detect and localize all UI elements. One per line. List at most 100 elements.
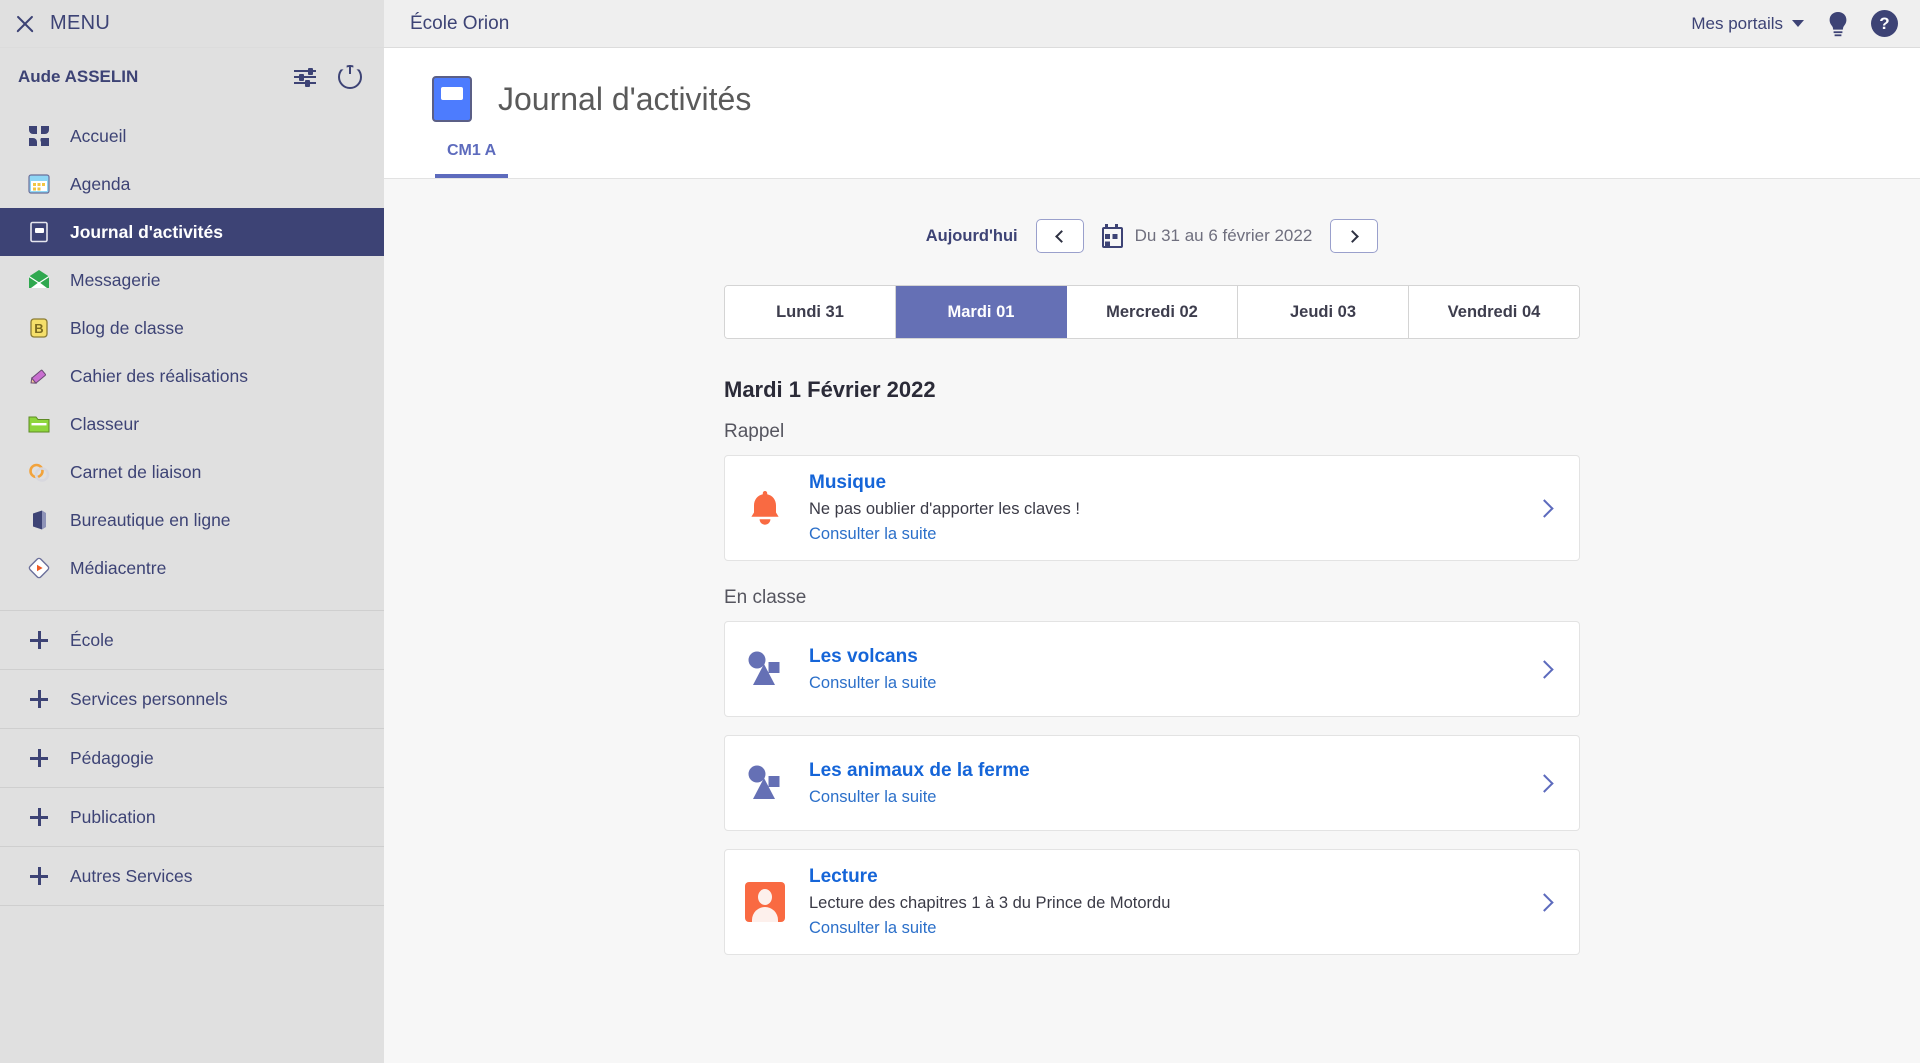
activity-card-musique[interactable]: Musique Ne pas oublier d'apporter les cl… bbox=[724, 455, 1580, 561]
page-header: Journal d'activités CM1 A bbox=[384, 48, 1920, 178]
sidebar-user-row: Aude ASSELIN bbox=[0, 48, 384, 106]
sidebar-item-label: Médiacentre bbox=[70, 558, 166, 579]
sidebar-group-list: École Services personnels Pédagogie Publ… bbox=[0, 610, 384, 906]
close-x-icon[interactable] bbox=[14, 13, 36, 35]
sidebar-item-label: Journal d'activités bbox=[70, 222, 223, 243]
chevron-right-icon[interactable] bbox=[1535, 893, 1553, 911]
sidebar-item-label: Messagerie bbox=[70, 270, 160, 291]
sidebar-item-journal-activites[interactable]: Journal d'activités bbox=[0, 208, 384, 256]
plus-icon bbox=[30, 690, 48, 708]
chevron-right-icon[interactable] bbox=[1535, 499, 1553, 517]
sidebar-item-label: Agenda bbox=[70, 174, 130, 195]
activity-card-description: Ne pas oublier d'apporter les claves ! bbox=[809, 500, 1520, 519]
day-tab-vendredi-04[interactable]: Vendredi 04 bbox=[1409, 286, 1579, 338]
sidebar-nav-list: Accueil Agenda bbox=[0, 106, 384, 592]
activity-card-body: Lecture Lecture des chapitres 1 à 3 du P… bbox=[809, 866, 1520, 938]
sidebar-divider-spacer bbox=[0, 592, 384, 610]
today-button[interactable]: Aujourd'hui bbox=[926, 227, 1018, 246]
app-shell: Aude ASSELIN Accueil bbox=[0, 48, 1920, 1063]
activity-card-title: Les volcans bbox=[809, 646, 1520, 668]
activity-card-les-animaux-de-la-ferme[interactable]: Les animaux de la ferme Consulter la sui… bbox=[724, 735, 1580, 831]
envelope-icon bbox=[26, 267, 52, 293]
consulter-la-suite-link[interactable]: Consulter la suite bbox=[809, 788, 1520, 807]
user-name: Aude ASSELIN bbox=[18, 67, 138, 87]
day-tab-lundi-31[interactable]: Lundi 31 bbox=[725, 286, 896, 338]
sidebar-item-mediacentre[interactable]: Médiacentre bbox=[0, 544, 384, 592]
sidebar-group-pedagogie[interactable]: Pédagogie bbox=[0, 729, 384, 788]
day-tab-mercredi-02[interactable]: Mercredi 02 bbox=[1067, 286, 1238, 338]
pencil-icon bbox=[26, 363, 52, 389]
day-tab-bar: Lundi 31 Mardi 01 Mercredi 02 Jeudi 03 V… bbox=[724, 285, 1580, 339]
svg-text:B: B bbox=[34, 321, 43, 336]
sidebar-group-autres-services[interactable]: Autres Services bbox=[0, 847, 384, 906]
my-portals-dropdown[interactable]: Mes portails bbox=[1691, 14, 1804, 34]
office-icon bbox=[26, 507, 52, 533]
activity-card-title: Lecture bbox=[809, 866, 1520, 888]
day-tab-jeudi-03[interactable]: Jeudi 03 bbox=[1238, 286, 1409, 338]
date-range-display[interactable]: Du 31 au 6 février 2022 bbox=[1102, 225, 1313, 248]
sidebar-item-classeur[interactable]: Classeur bbox=[0, 400, 384, 448]
activity-journal-content: Aujourd'hui Du 31 au 6 février 2022 Lund… bbox=[384, 179, 1920, 1063]
day-tab-mardi-01[interactable]: Mardi 01 bbox=[896, 286, 1067, 338]
sidebar-group-publication[interactable]: Publication bbox=[0, 788, 384, 847]
top-bar-right: École Orion Mes portails ? bbox=[384, 0, 1920, 47]
selected-day-title: Mardi 1 Février 2022 bbox=[724, 377, 1580, 403]
sidebar-item-accueil[interactable]: Accueil bbox=[0, 112, 384, 160]
lightbulb-icon[interactable] bbox=[1824, 10, 1851, 37]
section-en-classe: En classe Les volcans Consulter la suite bbox=[724, 587, 1580, 955]
blog-b-icon: B bbox=[26, 315, 52, 341]
person-icon bbox=[743, 880, 787, 924]
power-logout-icon[interactable] bbox=[338, 65, 362, 89]
sidebar-item-label: Blog de classe bbox=[70, 318, 184, 339]
page-title-row: Journal d'activités bbox=[432, 76, 1920, 122]
sidebar-item-label: Classeur bbox=[70, 414, 139, 435]
activity-card-les-volcans[interactable]: Les volcans Consulter la suite bbox=[724, 621, 1580, 717]
sidebar-group-label: École bbox=[70, 630, 114, 651]
sidebar-item-blog-de-classe[interactable]: B Blog de classe bbox=[0, 304, 384, 352]
next-week-button[interactable] bbox=[1330, 219, 1378, 253]
page-title: Journal d'activités bbox=[498, 81, 751, 118]
sidebar-item-bureautique-en-ligne[interactable]: Bureautique en ligne bbox=[0, 496, 384, 544]
sliders-settings-icon[interactable] bbox=[294, 68, 316, 86]
sidebar-group-services-personnels[interactable]: Services personnels bbox=[0, 670, 384, 729]
consulter-la-suite-link[interactable]: Consulter la suite bbox=[809, 525, 1520, 544]
consulter-la-suite-link[interactable]: Consulter la suite bbox=[809, 674, 1520, 693]
activity-card-body: Les volcans Consulter la suite bbox=[809, 646, 1520, 693]
school-name: École Orion bbox=[410, 13, 509, 35]
link-rings-icon bbox=[26, 459, 52, 485]
sidebar-item-agenda[interactable]: Agenda bbox=[0, 160, 384, 208]
section-label: En classe bbox=[724, 587, 1580, 609]
chevron-right-icon[interactable] bbox=[1535, 774, 1553, 792]
section-rappel: Rappel Musique Ne pas oublier d'apporter… bbox=[724, 421, 1580, 561]
sidebar-user-tools bbox=[294, 65, 362, 89]
plus-icon bbox=[30, 631, 48, 649]
media-play-icon bbox=[26, 555, 52, 581]
sidebar-item-carnet-de-liaison[interactable]: Carnet de liaison bbox=[0, 448, 384, 496]
sidebar-item-messagerie[interactable]: Messagerie bbox=[0, 256, 384, 304]
activity-card-body: Les animaux de la ferme Consulter la sui… bbox=[809, 760, 1520, 807]
shapes-icon bbox=[743, 647, 787, 691]
sidebar-item-cahier-des-realisations[interactable]: Cahier des réalisations bbox=[0, 352, 384, 400]
notebook-blue-icon bbox=[432, 76, 472, 122]
sidebar-group-label: Autres Services bbox=[70, 866, 193, 887]
section-label: Rappel bbox=[724, 421, 1580, 443]
date-navigation: Aujourd'hui Du 31 au 6 février 2022 bbox=[724, 219, 1580, 253]
date-range-label: Du 31 au 6 février 2022 bbox=[1135, 226, 1313, 246]
sidebar-group-label: Publication bbox=[70, 807, 156, 828]
menu-toggle-area[interactable]: MENU bbox=[0, 0, 384, 47]
chevron-left-icon bbox=[1055, 230, 1068, 243]
plus-icon bbox=[30, 808, 48, 826]
chevron-right-icon[interactable] bbox=[1535, 660, 1553, 678]
sidebar-group-ecole[interactable]: École bbox=[0, 611, 384, 670]
tab-cm1-a[interactable]: CM1 A bbox=[435, 142, 508, 178]
help-question-icon[interactable]: ? bbox=[1871, 10, 1898, 37]
sidebar-item-label: Carnet de liaison bbox=[70, 462, 201, 483]
main-content: Journal d'activités CM1 A Aujourd'hui Du… bbox=[384, 48, 1920, 1063]
class-tab-bar: CM1 A bbox=[435, 142, 1920, 178]
calendar-icon bbox=[26, 171, 52, 197]
menu-label: MENU bbox=[50, 12, 110, 35]
sidebar-item-label: Bureautique en ligne bbox=[70, 510, 231, 531]
previous-week-button[interactable] bbox=[1036, 219, 1084, 253]
activity-card-lecture[interactable]: Lecture Lecture des chapitres 1 à 3 du P… bbox=[724, 849, 1580, 955]
consulter-la-suite-link[interactable]: Consulter la suite bbox=[809, 919, 1520, 938]
